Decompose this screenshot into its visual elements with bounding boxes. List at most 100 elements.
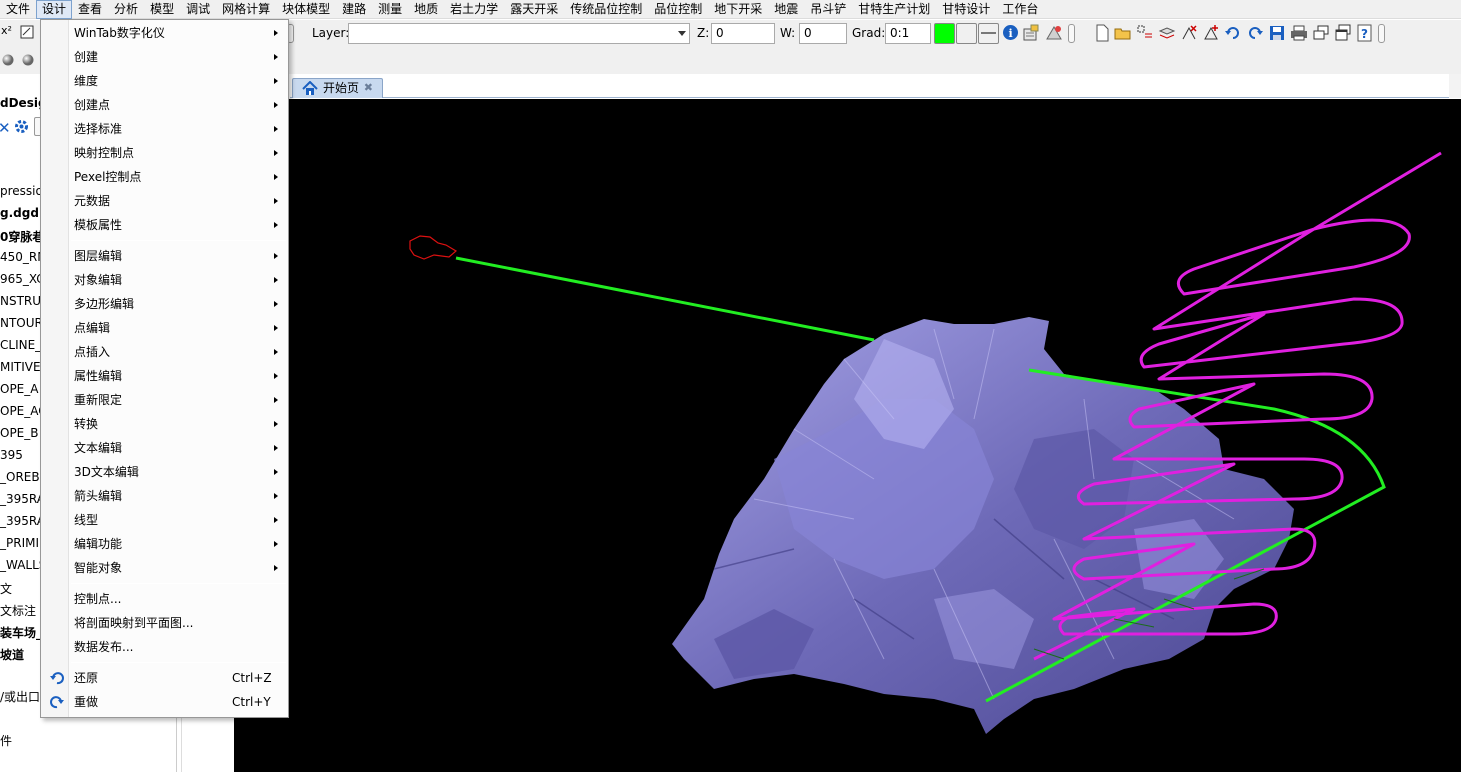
submenu-arrow-icon [274, 493, 278, 499]
menu-item[interactable]: 块体模型 [276, 0, 336, 19]
menu-item[interactable]: 地下开采 [708, 0, 768, 19]
open-folder-icon[interactable] [1114, 24, 1132, 42]
close-icon[interactable]: ✕ [0, 119, 11, 137]
menu-option[interactable]: 创建 [41, 46, 288, 68]
save-icon[interactable] [1268, 24, 1286, 42]
tree-item[interactable]: 395 [0, 448, 23, 462]
menu-option[interactable]: 点编辑 [41, 317, 288, 339]
menu-item[interactable]: 地震 [768, 0, 804, 19]
close-tab-icon[interactable]: ✖ [364, 79, 373, 97]
tree-item[interactable]: /或出口 [0, 688, 40, 705]
menu-option[interactable]: 转换 [41, 413, 288, 435]
layers-icon[interactable] [1158, 24, 1176, 42]
menu-item[interactable]: 模型 [144, 0, 180, 19]
tree-item[interactable]: 文标注 [0, 602, 36, 619]
menu-item[interactable]: 网格计算 [216, 0, 276, 19]
grad-input[interactable]: 0:1 [885, 23, 931, 44]
tree-item[interactable]: 坡道 [0, 646, 24, 663]
3d-viewport[interactable] [234, 99, 1461, 772]
menu-undo[interactable]: 还原 Ctrl+Z [41, 667, 288, 689]
menu-item[interactable]: 岩土力学 [444, 0, 504, 19]
window-tile-icon[interactable] [1334, 24, 1352, 42]
menu-item[interactable]: 吊斗铲 [804, 0, 852, 19]
z-input[interactable]: 0 [711, 23, 775, 44]
menu-item[interactable]: 测量 [372, 0, 408, 19]
menu-option[interactable]: 数据发布... [41, 636, 288, 658]
layer-select[interactable] [348, 23, 690, 44]
select-icon[interactable] [1136, 24, 1154, 42]
menu-option[interactable]: 多边形编辑 [41, 293, 288, 315]
tree-item[interactable]: OPE_A [0, 382, 38, 396]
menu-item[interactable]: 设计 [36, 0, 73, 19]
menu-option[interactable]: WinTab数字化仪 [41, 22, 288, 44]
render-icon[interactable] [1045, 24, 1063, 42]
sphere-icon[interactable] [2, 54, 14, 69]
menu-option[interactable]: Pexel控制点 [41, 166, 288, 188]
tree-item[interactable]: 0穿脉巷 [0, 228, 44, 245]
menu-option-label: 转换 [74, 417, 99, 431]
menu-option[interactable]: 文本编辑 [41, 437, 288, 459]
new-file-icon[interactable] [1094, 24, 1112, 42]
menu-option[interactable]: 映射控制点 [41, 142, 288, 164]
menu-item[interactable]: 查看 [72, 0, 108, 19]
tree-item[interactable]: 件 [0, 732, 12, 749]
delete-point-icon[interactable] [1180, 24, 1198, 42]
menu-option[interactable]: 创建点 [41, 94, 288, 116]
window-cascade-icon[interactable] [1312, 24, 1330, 42]
line-style-picker[interactable] [978, 23, 999, 44]
color-picker[interactable] [934, 23, 955, 44]
print-icon[interactable] [1290, 24, 1308, 42]
menu-item[interactable]: 露天开采 [504, 0, 564, 19]
fill-picker[interactable] [956, 23, 977, 44]
menu-option[interactable]: 属性编辑 [41, 365, 288, 387]
menu-separator [71, 240, 286, 241]
info-icon[interactable]: i [1002, 24, 1020, 42]
formula-icon[interactable]: x² [1, 24, 12, 37]
tree-item[interactable]: _PRIMI [0, 536, 39, 550]
chart-icon[interactable] [20, 24, 36, 43]
design-menu-dropdown: WinTab数字化仪 创建 维度 创建点 选择标准 映射控制点 Pexel控制点 元数据 模板属… [40, 19, 289, 718]
menu-option[interactable]: 箭头编辑 [41, 485, 288, 507]
help-icon[interactable]: ? [1356, 24, 1374, 42]
tree-item[interactable]: 文 [0, 580, 12, 597]
menu-option[interactable]: 将剖面映射到平面图... [41, 612, 288, 634]
menu-item[interactable]: 地质 [408, 0, 444, 19]
menu-option-label: 箭头编辑 [74, 489, 123, 503]
gear-icon[interactable] [13, 118, 30, 138]
menu-option[interactable]: 线型 [41, 509, 288, 531]
menu-option[interactable]: 元数据 [41, 190, 288, 212]
menu-option[interactable]: 智能对象 [41, 557, 288, 579]
menu-item[interactable]: 分析 [108, 0, 144, 19]
sphere-icon[interactable] [22, 54, 34, 69]
menu-item[interactable]: 建路 [336, 0, 372, 19]
menu-option[interactable]: 模板属性 [41, 214, 288, 236]
menu-option[interactable]: 图层编辑 [41, 245, 288, 267]
menu-item[interactable]: 文件 [0, 0, 36, 19]
menu-option-label: 数据发布... [74, 640, 134, 654]
menu-option[interactable]: 点插入 [41, 341, 288, 363]
undo-icon[interactable] [1224, 24, 1242, 42]
menu-option[interactable]: 维度 [41, 70, 288, 92]
tree-item[interactable]: _395RA [0, 492, 45, 506]
menu-item[interactable]: 品位控制 [648, 0, 708, 19]
w-input[interactable]: 0 [799, 23, 847, 44]
properties-icon[interactable] [1022, 24, 1040, 42]
menu-item[interactable]: 工作台 [996, 0, 1044, 19]
menu-item[interactable]: 甘特生产计划 [852, 0, 936, 19]
menu-option[interactable]: 选择标准 [41, 118, 288, 140]
menu-redo[interactable]: 重做 Ctrl+Y [41, 691, 288, 713]
menu-item[interactable]: 调试 [180, 0, 216, 19]
menu-option[interactable]: 重新限定 [41, 389, 288, 411]
add-point-icon[interactable] [1202, 24, 1220, 42]
tree-item[interactable]: 965_XC [0, 272, 45, 286]
menu-item[interactable]: 甘特设计 [936, 0, 996, 19]
menu-option[interactable]: 对象编辑 [41, 269, 288, 291]
menu-option[interactable]: 编辑功能 [41, 533, 288, 555]
redo-icon[interactable] [1246, 24, 1264, 42]
tree-item[interactable]: _395RA [0, 514, 45, 528]
tab-start-page[interactable]: 开始页 ✖ [292, 78, 383, 98]
menu-option[interactable]: 控制点... [41, 588, 288, 610]
menu-item[interactable]: 传统品位控制 [564, 0, 648, 19]
menu-option[interactable]: 3D文本编辑 [41, 461, 288, 483]
tree-item[interactable]: OPE_B [0, 426, 39, 440]
